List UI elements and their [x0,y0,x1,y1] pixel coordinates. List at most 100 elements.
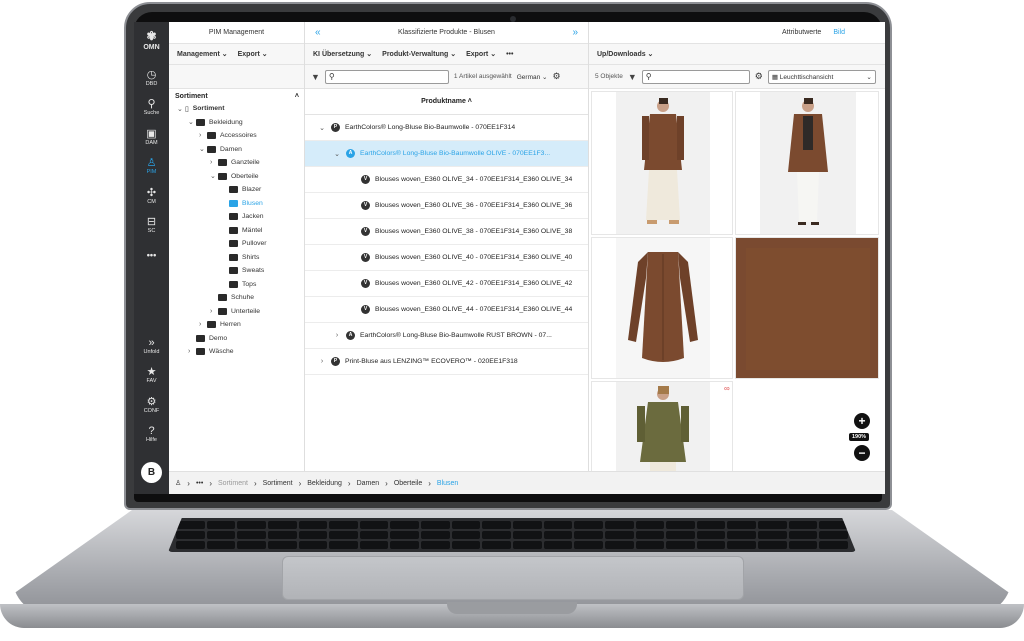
tree-node[interactable]: ⌄ Oberteile [210,170,259,183]
tab-bild[interactable]: Bild [833,29,845,36]
rail-item-cm[interactable]: ✣ CM [134,187,169,205]
chevron-right-icon[interactable]: › [210,308,218,315]
folder-icon [207,132,216,139]
product-row[interactable]: V Blouses woven_E360 OLIVE_42 - 070EE1F31… [305,271,588,297]
breadcrumb-item[interactable]: Sortiment [263,480,293,487]
ki-uebersetzung-menu[interactable]: KI Übersetzung ⌄ [313,50,372,58]
chevron-down-icon[interactable]: ⌄ [177,105,185,113]
rail-item-conf[interactable]: ⚙ CONF [134,396,169,414]
link-icon[interactable]: ∞ [724,384,730,393]
search-input[interactable]: ⚲ [641,69,750,84]
tree-node[interactable]: Sweats [221,264,264,277]
product-row[interactable]: V Blouses woven_E360 OLIVE_44 - 070EE1F31… [305,297,588,323]
filter-icon[interactable]: ▼ [311,72,320,82]
rail-item-pim[interactable]: ♙ PIM [134,157,169,175]
product-row[interactable]: › A EarthColors® Long-Bluse Bio-Baumwolle … [305,323,588,349]
keyboard-key [206,521,236,529]
tree-node[interactable]: Demo [188,332,227,345]
chevron-down-icon[interactable]: ⌄ [210,172,218,180]
breadcrumb-item[interactable]: Bekleidung [307,480,342,487]
nav-back-icon[interactable]: « [315,27,321,38]
rail-item-fav[interactable]: ★ FAV [134,366,169,384]
image-tile[interactable] [735,91,879,235]
rail-item-more[interactable]: ••• [134,250,169,260]
breadcrumb-item[interactable]: Oberteile [394,480,422,487]
user-data-icon[interactable]: ♙ [175,479,181,487]
rail-item-hilfe[interactable]: ? Hilfe [134,425,169,443]
breadcrumb-current[interactable]: Blusen [437,480,458,487]
rail-item-dam[interactable]: ▣ DAM [134,128,169,146]
settings-icon[interactable]: ⚙ [755,71,763,82]
tree-node[interactable]: › Wäsche [188,345,234,358]
rail-item-dbd[interactable]: ◷ DBD [134,69,169,87]
image-tile[interactable] [591,237,733,379]
product-row[interactable]: ⌄ A EarthColors® Long-Bluse Bio-Baumwolle … [305,141,588,167]
chevron-right-icon[interactable]: › [188,348,196,355]
product-row[interactable]: › P Print-Bluse aus LENZING™ ECOVERO™ - 02… [305,349,588,375]
filter-icon[interactable]: ▼ [628,72,637,82]
gear-icon: ⚙ [146,396,157,408]
chevron-right-icon[interactable]: › [317,358,327,365]
chevron-down-icon[interactable]: ⌄ [199,145,207,153]
view-select[interactable]: ▦ Leuchttischansicht ⌄ [767,69,876,84]
produkt-verwaltung-menu[interactable]: Produkt-Verwaltung ⌄ [382,50,456,58]
tree-node[interactable]: Blazer [221,183,261,196]
app-logo[interactable]: ✾ OMN [134,30,169,51]
product-row[interactable]: V Blouses woven_E360 OLIVE_36 - 070EE1F31… [305,193,588,219]
tree-node[interactable]: Mäntel [221,224,262,237]
product-row[interactable]: ⌄ P EarthColors® Long-Bluse Bio-Baumwolle … [305,115,588,141]
search-input[interactable]: ⚲ [324,69,449,84]
fabric-swatch-tile[interactable] [735,237,879,379]
keyboard-key [604,521,634,529]
tree-node-label: Unterteile [231,307,261,315]
chevron-down-icon[interactable]: ⌄ [332,150,342,158]
avatar[interactable]: B [141,462,162,483]
column-header-produktname[interactable]: Produktname ˄ [305,89,588,115]
chevron-right-icon[interactable]: › [199,321,207,328]
up-downloads-menu[interactable]: Up/Downloads ⌄ [597,50,653,58]
chevron-down-icon[interactable]: ⌄ [317,124,327,132]
product-row[interactable]: V Blouses woven_E360 OLIVE_34 - 070EE1F31… [305,167,588,193]
export-menu[interactable]: Export ⌄ [466,50,496,58]
breadcrumb-item[interactable]: Damen [357,480,380,487]
chevron-right-icon[interactable]: › [199,132,207,139]
tree-node[interactable]: Shirts [221,251,259,264]
tree-node[interactable]: ⌄ Bekleidung [188,116,243,129]
management-menu[interactable]: Management ⌄ [177,50,228,58]
zoom-in-button[interactable]: + [854,413,870,429]
more-menu[interactable]: ••• [506,51,513,58]
tree-node[interactable]: Jacken [221,210,264,223]
tree-node[interactable]: › Unterteile [210,305,260,318]
product-row[interactable]: V Blouses woven_E360 OLIVE_38 - 070EE1F31… [305,219,588,245]
tree-node[interactable]: ⌄ Damen [199,143,242,156]
settings-icon[interactable]: ⚙ [552,71,560,82]
search-icon: ⚲ [328,72,335,81]
tree-node[interactable]: Pullover [221,237,267,250]
network-icon: ✣ [146,187,157,199]
tree-node[interactable]: Tops [221,278,256,291]
nav-forward-icon[interactable]: » [572,27,578,38]
tab-attributwerte[interactable]: Attributwerte [782,29,821,36]
product-row[interactable]: V Blouses woven_E360 OLIVE_40 - 070EE1F31… [305,245,588,271]
tree-node[interactable]: Blusen [221,197,263,210]
keyboard-key [298,521,328,529]
language-select[interactable]: German ⌄ [517,73,548,81]
tree-node[interactable]: ⌄ ▯ Sortiment [177,102,224,115]
chevron-right-icon[interactable]: › [210,159,218,166]
tree-node[interactable]: Schuhe [210,291,254,304]
rail-item-sc[interactable]: ⊟ SC [134,216,169,234]
rail-item-suche[interactable]: ⚲ Suche [134,98,169,116]
tree-node[interactable]: › Herren [199,318,241,331]
export-menu[interactable]: Export ⌄ [238,50,268,58]
zoom-out-button[interactable]: − [854,445,870,461]
tree-node[interactable]: › Ganzteile [210,156,260,169]
tree-node[interactable]: › Accessoires [199,129,257,142]
image-tile[interactable]: ∞ [591,381,733,473]
collapse-icon[interactable]: ˄ [295,93,299,100]
rail-item-unfold[interactable]: » Unfold [134,337,169,355]
chevron-down-icon[interactable]: ⌄ [188,118,196,126]
chevron-right-icon[interactable]: › [332,332,342,339]
breadcrumb-more[interactable]: ••• [196,480,203,487]
image-tile[interactable] [591,91,733,235]
breadcrumb-item[interactable]: Sortiment [218,480,248,487]
